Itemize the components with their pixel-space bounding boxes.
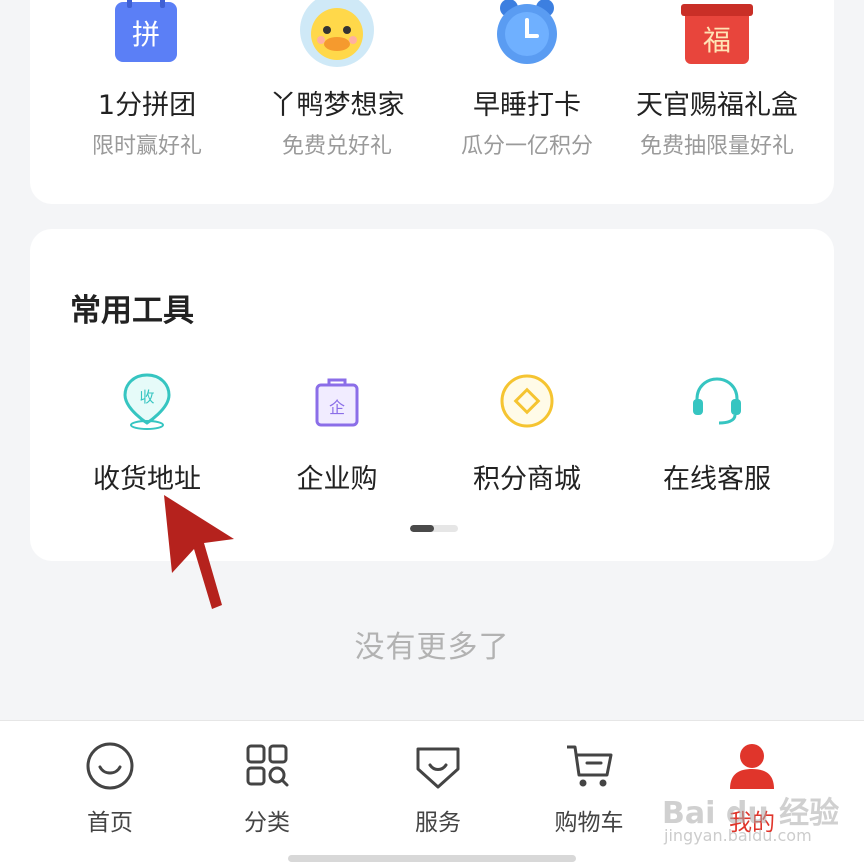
- promo-title: 1分拼团: [97, 90, 197, 121]
- address-pin-icon: 收: [117, 371, 177, 431]
- cart-icon: [559, 741, 619, 791]
- promo-card: 拼 1分拼团 限时赢好礼 丫鸭梦想家 免费兑好礼 早睡打卡 瓜分一亿积分 福 天…: [30, 0, 834, 204]
- category-grid-icon: [237, 741, 297, 791]
- service-icon: [408, 741, 468, 791]
- promo-subtitle: 免费抽限量好礼: [639, 134, 794, 159]
- page-indicator: [410, 525, 458, 532]
- tools-title: 常用工具: [70, 293, 194, 329]
- pin-calendar-icon: 拼: [107, 0, 187, 70]
- tab-label: 分类: [244, 810, 290, 836]
- headset-icon: [687, 371, 747, 431]
- tool-label: 收货地址: [93, 464, 201, 495]
- home-smile-icon: [80, 741, 140, 791]
- watermark-url: jingyan.baidu.com: [664, 826, 812, 845]
- promo-subtitle: 免费兑好礼: [281, 134, 392, 159]
- tab-service[interactable]: 服务: [378, 741, 498, 837]
- tool-label: 企业购: [296, 464, 378, 495]
- promo-title: 丫鸭梦想家: [269, 90, 405, 121]
- promo-subtitle: 瓜分一亿积分: [460, 134, 593, 159]
- promo-subtitle: 限时赢好礼: [91, 134, 202, 159]
- alarm-clock-icon: [487, 0, 567, 70]
- promo-title: 天官赐福礼盒: [636, 90, 798, 121]
- promo-title: 早睡打卡: [473, 90, 581, 121]
- tool-label: 在线客服: [663, 464, 771, 495]
- duck-icon: [297, 0, 377, 70]
- address-glyph: 收: [139, 388, 154, 406]
- profile-icon: [722, 741, 782, 791]
- enterprise-glyph: 企: [329, 398, 345, 417]
- pin-glyph: 拼: [132, 18, 160, 51]
- fu-glyph: 福: [703, 24, 731, 57]
- tab-category[interactable]: 分类: [207, 741, 327, 837]
- tab-cart[interactable]: 购物车: [529, 741, 649, 837]
- gift-box-icon: 福: [677, 0, 757, 70]
- tab-label: 购物车: [554, 810, 624, 836]
- points-coin-icon: [497, 371, 557, 431]
- annotation-arrow-icon: [164, 495, 234, 609]
- home-indicator: [288, 855, 576, 862]
- tab-label: 服务: [415, 810, 461, 836]
- no-more-text: 没有更多了: [354, 630, 510, 665]
- tab-label: 首页: [87, 810, 133, 836]
- tab-home[interactable]: 首页: [50, 741, 170, 837]
- enterprise-bag-icon: 企: [307, 371, 367, 431]
- tool-label: 积分商城: [473, 464, 581, 495]
